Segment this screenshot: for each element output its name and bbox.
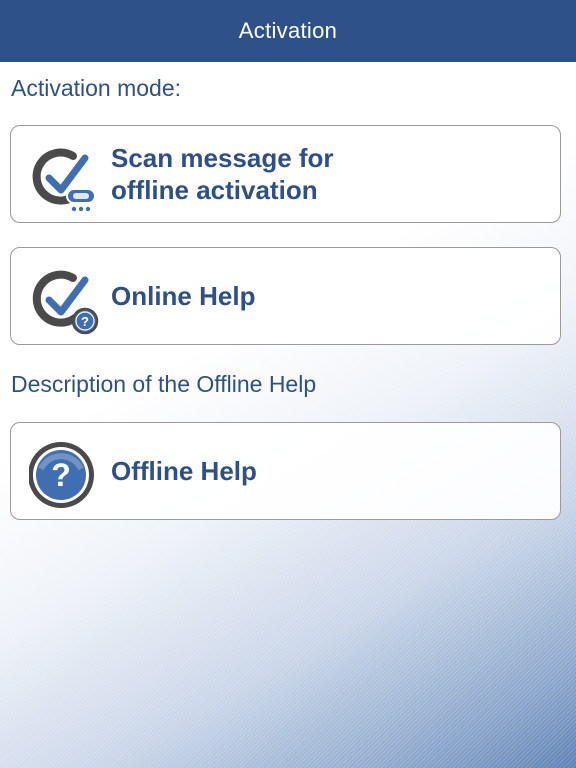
offline-help-button[interactable]: ? Offline Help xyxy=(10,422,561,520)
scan-message-button[interactable]: Scan message for offline activation xyxy=(10,125,561,223)
question-circle-icon: ? xyxy=(28,439,101,511)
activation-mode-label: Activation mode: xyxy=(11,75,182,101)
navigation-bar: Activation xyxy=(0,0,576,62)
svg-text:?: ? xyxy=(51,457,71,493)
page-title: Activation xyxy=(238,18,338,43)
offline-help-description-label: Description of the Offline Help xyxy=(11,371,317,397)
check-with-token-icon xyxy=(29,142,101,214)
online-help-label: Online Help xyxy=(111,281,256,311)
svg-text:?: ? xyxy=(81,314,89,329)
offline-help-label: Offline Help xyxy=(111,456,257,486)
online-help-button[interactable]: ? Online Help xyxy=(10,247,561,345)
scan-message-label: Scan message for offline activation xyxy=(111,143,334,205)
check-with-question-icon: ? xyxy=(29,264,101,336)
